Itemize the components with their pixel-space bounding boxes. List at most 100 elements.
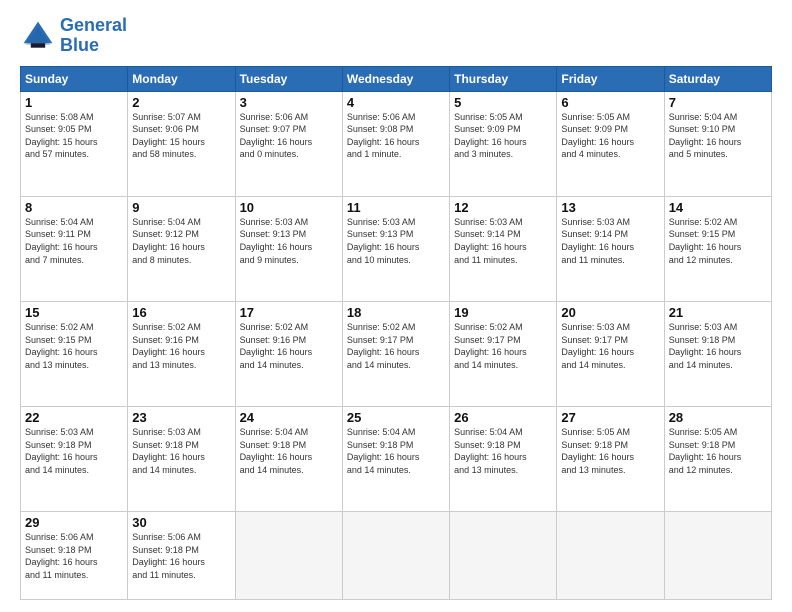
table-row: 12 Sunrise: 5:03 AM Sunset: 9:14 PM Dayl… bbox=[450, 196, 557, 301]
day-number: 26 bbox=[454, 410, 552, 425]
day-number: 18 bbox=[347, 305, 445, 320]
day-number: 23 bbox=[132, 410, 230, 425]
day-number: 6 bbox=[561, 95, 659, 110]
table-row: 10 Sunrise: 5:03 AM Sunset: 9:13 PM Dayl… bbox=[235, 196, 342, 301]
logo: General Blue bbox=[20, 16, 127, 56]
day-info: Sunrise: 5:06 AM Sunset: 9:18 PM Dayligh… bbox=[25, 531, 123, 581]
col-saturday: Saturday bbox=[664, 66, 771, 91]
day-number: 17 bbox=[240, 305, 338, 320]
table-row: 9 Sunrise: 5:04 AM Sunset: 9:12 PM Dayli… bbox=[128, 196, 235, 301]
table-row: 29 Sunrise: 5:06 AM Sunset: 9:18 PM Dayl… bbox=[21, 512, 128, 600]
col-sunday: Sunday bbox=[21, 66, 128, 91]
day-number: 13 bbox=[561, 200, 659, 215]
day-info: Sunrise: 5:04 AM Sunset: 9:10 PM Dayligh… bbox=[669, 111, 767, 161]
day-number: 28 bbox=[669, 410, 767, 425]
table-row: 8 Sunrise: 5:04 AM Sunset: 9:11 PM Dayli… bbox=[21, 196, 128, 301]
day-number: 3 bbox=[240, 95, 338, 110]
table-row: 14 Sunrise: 5:02 AM Sunset: 9:15 PM Dayl… bbox=[664, 196, 771, 301]
day-number: 12 bbox=[454, 200, 552, 215]
table-row: 26 Sunrise: 5:04 AM Sunset: 9:18 PM Dayl… bbox=[450, 407, 557, 512]
day-number: 29 bbox=[25, 515, 123, 530]
table-row bbox=[664, 512, 771, 600]
day-info: Sunrise: 5:02 AM Sunset: 9:16 PM Dayligh… bbox=[132, 321, 230, 371]
table-row: 18 Sunrise: 5:02 AM Sunset: 9:17 PM Dayl… bbox=[342, 301, 449, 406]
day-number: 16 bbox=[132, 305, 230, 320]
table-row: 30 Sunrise: 5:06 AM Sunset: 9:18 PM Dayl… bbox=[128, 512, 235, 600]
day-number: 10 bbox=[240, 200, 338, 215]
table-row bbox=[342, 512, 449, 600]
table-row bbox=[235, 512, 342, 600]
table-row: 3 Sunrise: 5:06 AM Sunset: 9:07 PM Dayli… bbox=[235, 91, 342, 196]
day-info: Sunrise: 5:04 AM Sunset: 9:18 PM Dayligh… bbox=[240, 426, 338, 476]
day-info: Sunrise: 5:06 AM Sunset: 9:18 PM Dayligh… bbox=[132, 531, 230, 581]
page: General Blue Sunday Monday Tuesday Wedne… bbox=[0, 0, 792, 612]
day-info: Sunrise: 5:03 AM Sunset: 9:14 PM Dayligh… bbox=[561, 216, 659, 266]
table-row: 16 Sunrise: 5:02 AM Sunset: 9:16 PM Dayl… bbox=[128, 301, 235, 406]
table-row: 6 Sunrise: 5:05 AM Sunset: 9:09 PM Dayli… bbox=[557, 91, 664, 196]
table-row: 24 Sunrise: 5:04 AM Sunset: 9:18 PM Dayl… bbox=[235, 407, 342, 512]
day-number: 5 bbox=[454, 95, 552, 110]
calendar: Sunday Monday Tuesday Wednesday Thursday… bbox=[20, 66, 772, 600]
day-info: Sunrise: 5:03 AM Sunset: 9:13 PM Dayligh… bbox=[347, 216, 445, 266]
day-info: Sunrise: 5:03 AM Sunset: 9:18 PM Dayligh… bbox=[132, 426, 230, 476]
day-number: 9 bbox=[132, 200, 230, 215]
day-info: Sunrise: 5:02 AM Sunset: 9:15 PM Dayligh… bbox=[25, 321, 123, 371]
table-row: 1 Sunrise: 5:08 AM Sunset: 9:05 PM Dayli… bbox=[21, 91, 128, 196]
day-info: Sunrise: 5:04 AM Sunset: 9:18 PM Dayligh… bbox=[454, 426, 552, 476]
day-info: Sunrise: 5:02 AM Sunset: 9:17 PM Dayligh… bbox=[347, 321, 445, 371]
table-row: 27 Sunrise: 5:05 AM Sunset: 9:18 PM Dayl… bbox=[557, 407, 664, 512]
day-info: Sunrise: 5:05 AM Sunset: 9:18 PM Dayligh… bbox=[561, 426, 659, 476]
col-wednesday: Wednesday bbox=[342, 66, 449, 91]
day-number: 22 bbox=[25, 410, 123, 425]
day-number: 30 bbox=[132, 515, 230, 530]
day-info: Sunrise: 5:05 AM Sunset: 9:09 PM Dayligh… bbox=[454, 111, 552, 161]
table-row: 22 Sunrise: 5:03 AM Sunset: 9:18 PM Dayl… bbox=[21, 407, 128, 512]
day-number: 27 bbox=[561, 410, 659, 425]
col-thursday: Thursday bbox=[450, 66, 557, 91]
day-info: Sunrise: 5:03 AM Sunset: 9:14 PM Dayligh… bbox=[454, 216, 552, 266]
day-info: Sunrise: 5:04 AM Sunset: 9:11 PM Dayligh… bbox=[25, 216, 123, 266]
col-monday: Monday bbox=[128, 66, 235, 91]
day-info: Sunrise: 5:08 AM Sunset: 9:05 PM Dayligh… bbox=[25, 111, 123, 161]
col-friday: Friday bbox=[557, 66, 664, 91]
logo-text: General Blue bbox=[60, 16, 127, 56]
table-row: 28 Sunrise: 5:05 AM Sunset: 9:18 PM Dayl… bbox=[664, 407, 771, 512]
day-number: 21 bbox=[669, 305, 767, 320]
day-number: 19 bbox=[454, 305, 552, 320]
day-info: Sunrise: 5:05 AM Sunset: 9:09 PM Dayligh… bbox=[561, 111, 659, 161]
day-info: Sunrise: 5:04 AM Sunset: 9:12 PM Dayligh… bbox=[132, 216, 230, 266]
day-number: 1 bbox=[25, 95, 123, 110]
table-row: 4 Sunrise: 5:06 AM Sunset: 9:08 PM Dayli… bbox=[342, 91, 449, 196]
table-row: 2 Sunrise: 5:07 AM Sunset: 9:06 PM Dayli… bbox=[128, 91, 235, 196]
table-row: 19 Sunrise: 5:02 AM Sunset: 9:17 PM Dayl… bbox=[450, 301, 557, 406]
day-info: Sunrise: 5:06 AM Sunset: 9:08 PM Dayligh… bbox=[347, 111, 445, 161]
day-info: Sunrise: 5:04 AM Sunset: 9:18 PM Dayligh… bbox=[347, 426, 445, 476]
table-row: 15 Sunrise: 5:02 AM Sunset: 9:15 PM Dayl… bbox=[21, 301, 128, 406]
day-number: 8 bbox=[25, 200, 123, 215]
day-info: Sunrise: 5:03 AM Sunset: 9:18 PM Dayligh… bbox=[25, 426, 123, 476]
day-number: 20 bbox=[561, 305, 659, 320]
day-info: Sunrise: 5:02 AM Sunset: 9:15 PM Dayligh… bbox=[669, 216, 767, 266]
header-row: Sunday Monday Tuesday Wednesday Thursday… bbox=[21, 66, 772, 91]
day-info: Sunrise: 5:03 AM Sunset: 9:17 PM Dayligh… bbox=[561, 321, 659, 371]
table-row: 17 Sunrise: 5:02 AM Sunset: 9:16 PM Dayl… bbox=[235, 301, 342, 406]
table-row: 23 Sunrise: 5:03 AM Sunset: 9:18 PM Dayl… bbox=[128, 407, 235, 512]
day-number: 25 bbox=[347, 410, 445, 425]
day-info: Sunrise: 5:03 AM Sunset: 9:18 PM Dayligh… bbox=[669, 321, 767, 371]
table-row: 5 Sunrise: 5:05 AM Sunset: 9:09 PM Dayli… bbox=[450, 91, 557, 196]
day-number: 2 bbox=[132, 95, 230, 110]
table-row: 21 Sunrise: 5:03 AM Sunset: 9:18 PM Dayl… bbox=[664, 301, 771, 406]
table-row bbox=[557, 512, 664, 600]
table-row: 20 Sunrise: 5:03 AM Sunset: 9:17 PM Dayl… bbox=[557, 301, 664, 406]
day-info: Sunrise: 5:02 AM Sunset: 9:17 PM Dayligh… bbox=[454, 321, 552, 371]
day-number: 7 bbox=[669, 95, 767, 110]
col-tuesday: Tuesday bbox=[235, 66, 342, 91]
table-row: 7 Sunrise: 5:04 AM Sunset: 9:10 PM Dayli… bbox=[664, 91, 771, 196]
header: General Blue bbox=[20, 16, 772, 56]
day-number: 24 bbox=[240, 410, 338, 425]
day-info: Sunrise: 5:02 AM Sunset: 9:16 PM Dayligh… bbox=[240, 321, 338, 371]
table-row bbox=[450, 512, 557, 600]
logo-icon bbox=[20, 18, 56, 54]
day-info: Sunrise: 5:06 AM Sunset: 9:07 PM Dayligh… bbox=[240, 111, 338, 161]
day-number: 4 bbox=[347, 95, 445, 110]
